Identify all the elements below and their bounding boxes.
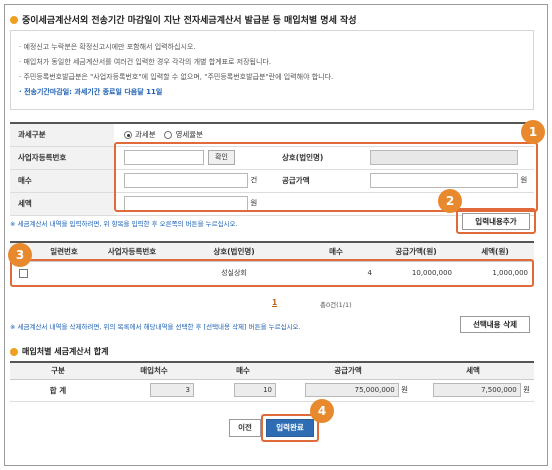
sum-col-count: 매수	[202, 362, 284, 380]
badge-1: 1	[521, 120, 545, 144]
radio-taxable-label: 과세분	[135, 130, 156, 140]
sum-row-label: 합 계	[10, 379, 106, 402]
sum-tax-value: 7,500,000	[432, 383, 521, 397]
hint-add: ※ 세금계산서 내역을 입력하려면, 위 항목을 입력한 후 오른쪽의 버튼을 …	[10, 220, 238, 228]
sum-col-type: 구분	[10, 362, 106, 380]
sum-vendors-value: 3	[150, 383, 194, 397]
sum-col-supply: 공급가액	[284, 362, 412, 380]
notice-line: · 예정신고 누락분은 확정신고시에만 포함해서 입력하십시오.	[19, 43, 196, 51]
bullet-icon	[10, 15, 18, 24]
sum-tax-unit: 원	[523, 385, 530, 394]
notice-line: · 주민등록번호발급분은 "사업자등록번호"에 입력할 수 없으며, "주민등록…	[19, 73, 334, 81]
pager-page-1[interactable]: 1	[272, 298, 277, 307]
radio-taxable[interactable]	[124, 131, 132, 140]
notice-box: · 예정신고 누락분은 확정신고시에만 포함해서 입력하십시오. · 매입처가 …	[10, 30, 534, 110]
count-label: 매수	[10, 169, 114, 193]
badge-2: 2	[438, 189, 462, 213]
tax-label: 세액	[10, 192, 114, 216]
summary-title: 매입처별 세금계산서 합계	[10, 346, 109, 357]
sum-col-vendors: 매입처수	[106, 362, 202, 380]
highlight-box-4	[261, 414, 319, 442]
hint-delete: ※ 세금계산서 내역을 삭제하려면, 위의 목록에서 해당내역을 선택한 후 […	[10, 323, 301, 331]
bullet-icon	[10, 347, 18, 356]
radio-zero-rate-label: 영세율분	[175, 130, 204, 140]
highlight-box-2	[456, 208, 536, 234]
badge-4: 4	[310, 399, 334, 423]
radio-zero-rate[interactable]	[164, 131, 173, 140]
sum-count-value: 10	[234, 383, 276, 397]
highlight-box-3	[10, 259, 534, 287]
page-title-text: 중이세금계산서외 전송기간 마감일이 지난 전자세금계산서 발급분 등 매입처별…	[22, 16, 357, 26]
notice-line: · 매입처가 동일한 세금계산서를 여러건 입력한 경우 각각의 개별 합계표로…	[19, 58, 272, 66]
tax-type-label: 과세구분	[10, 123, 114, 147]
sum-supply-value: 75,000,000	[304, 383, 399, 397]
page-title: 중이세금계산서외 전송기간 마감일이 지난 전자세금계산서 발급분 등 매입처별…	[10, 13, 357, 26]
delete-selected-button[interactable]: 선택내용 삭제	[460, 316, 530, 333]
summary-row: 합 계 3 10 75,000,000 원 7,500,000 원	[10, 379, 534, 402]
badge-3: 3	[8, 243, 32, 267]
biz-no-label: 사업자등록번호	[10, 146, 114, 170]
notice-deadline: · 전송기간마감일: 과세기간 종료일 다음달 11일	[19, 88, 163, 96]
prev-button[interactable]: 이전	[229, 419, 261, 437]
sum-supply-unit: 원	[401, 385, 408, 394]
summary-table: 구분 매입처수 매수 공급가액 세액 합 계 3 10 75,000,000 원…	[10, 361, 534, 402]
summary-title-text: 매입처별 세금계산서 합계	[22, 347, 109, 356]
total-count: 총0건(1/1)	[320, 301, 352, 309]
highlight-box-1	[114, 142, 538, 212]
sum-col-tax: 세액	[412, 362, 534, 380]
